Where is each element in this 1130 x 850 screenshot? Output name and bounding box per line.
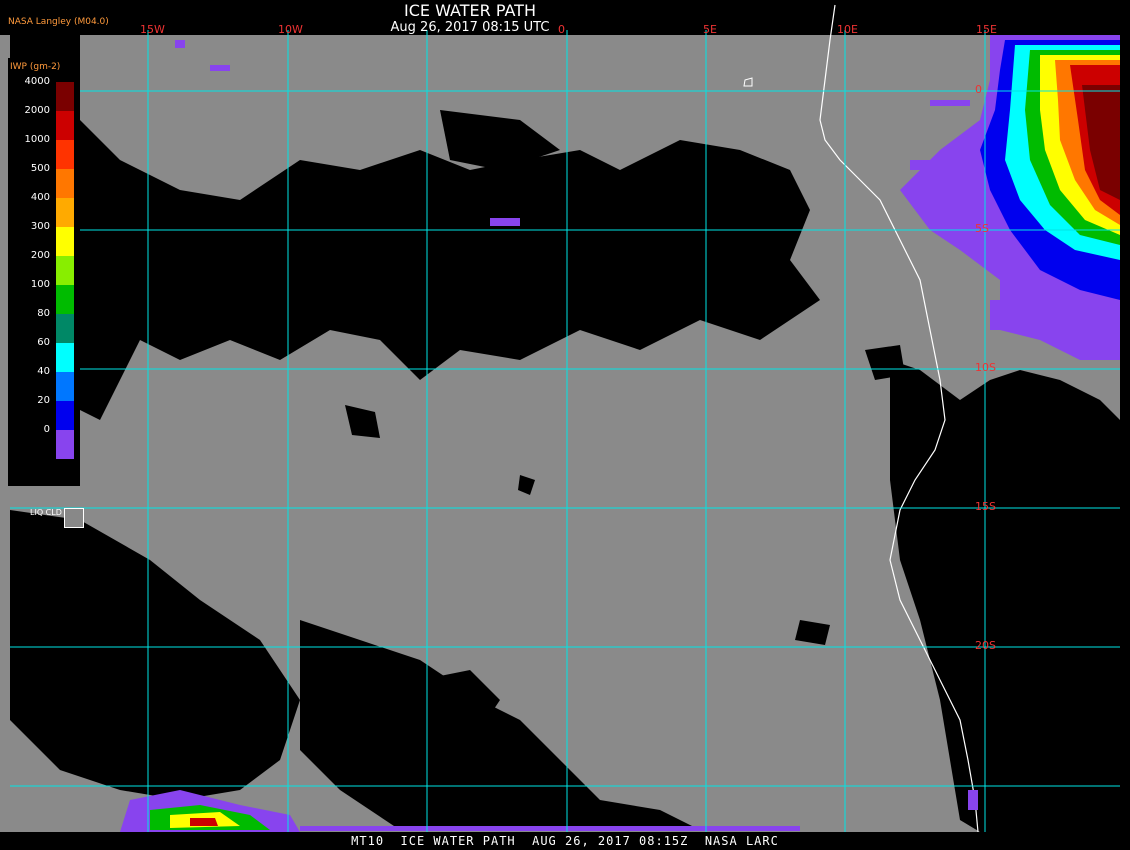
liquid-cloud-swatch (64, 508, 84, 528)
legend-value: 400 (30, 192, 50, 203)
legend-swatch (56, 140, 74, 169)
legend-value: 0 (43, 424, 50, 435)
legend-swatch (56, 256, 74, 285)
legend-title: IWP (gm-2) (10, 62, 61, 72)
legend-value: 200 (30, 250, 50, 261)
legend-value: 2000 (24, 105, 50, 116)
legend-value: 500 (30, 163, 50, 174)
ice-water-path-map (0, 4, 1120, 833)
legend-swatch (56, 430, 74, 459)
lat-label: 5S (975, 222, 989, 235)
legend-value: 300 (30, 221, 50, 232)
liquid-cloud-label: LIQ CLD (30, 508, 62, 517)
legend-value: 60 (37, 337, 50, 348)
lon-label: 15E (976, 23, 997, 36)
legend-value: 4000 (24, 76, 50, 87)
legend-swatch (56, 169, 74, 198)
lon-label: 0 (558, 23, 565, 36)
legend-swatch (56, 372, 74, 401)
legend-swatch (56, 343, 74, 372)
legend-value: 20 (37, 395, 50, 406)
lat-label: 20S (975, 639, 996, 652)
lat-label: 10S (975, 361, 996, 374)
legend-swatch (56, 401, 74, 430)
legend-value: 1000 (24, 134, 50, 145)
legend-value: 80 (37, 308, 50, 319)
lat-label: 15S (975, 500, 996, 513)
legend-value: 100 (30, 279, 50, 290)
lon-label: 10E (837, 23, 858, 36)
lon-label: 5E (703, 23, 717, 36)
legend-swatch (56, 314, 74, 343)
producer-label: NASA Langley (M04.0) (8, 17, 109, 27)
lat-label: 0 (975, 83, 982, 96)
color-legend: IWP (gm-2) 4000 2000 1000 500 400 300 200 100 80… (8, 58, 84, 528)
legend-swatch (56, 82, 74, 111)
legend-swatch (56, 285, 74, 314)
map-footer: MT10 ICE WATER PATH AUG 26, 2017 08:15Z … (351, 834, 779, 848)
legend-swatch (56, 111, 74, 140)
lon-label: 10W (278, 23, 303, 36)
lon-label: 15W (140, 23, 165, 36)
legend-value: 40 (37, 366, 50, 377)
legend-swatch (56, 227, 74, 256)
legend-entry: 0 (8, 424, 80, 459)
legend-swatch (56, 198, 74, 227)
map-title: ICE WATER PATH (404, 1, 536, 20)
